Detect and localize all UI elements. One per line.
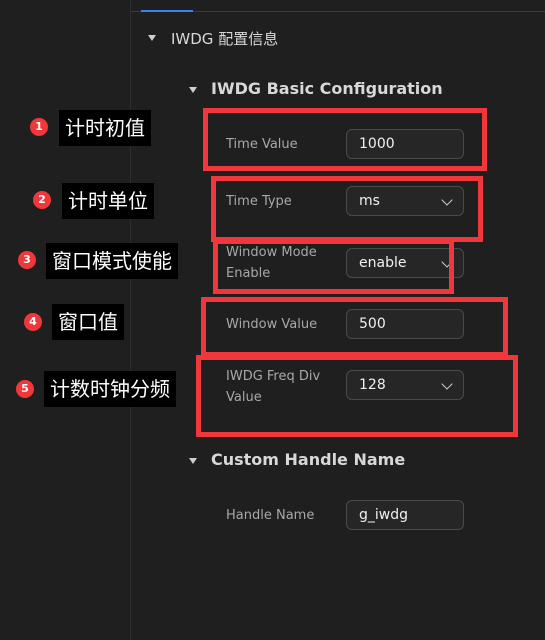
handle-name-label: Handle Name [226,508,315,523]
active-tab-indicator [141,10,193,12]
annotation-label-3: 窗口模式使能 [46,243,178,279]
annotation-label-4: 窗口值 [52,304,124,340]
section-title-basic-config[interactable]: IWDG Basic Configuration [211,79,443,98]
collapse-triangle-icon[interactable] [148,35,156,41]
annotation-badge-3: 3 [18,251,36,269]
highlight-box-2 [211,176,483,242]
section-title-iwdg-config[interactable]: IWDG 配置信息 [171,28,278,49]
highlight-box-3 [213,239,454,294]
annotation-label-5: 计数时钟分频 [44,371,176,407]
annotation-badge-4: 4 [24,313,42,331]
annotation-badge-5: 5 [16,380,34,398]
annotation-badge-2: 2 [33,191,51,209]
section-title-custom-handle[interactable]: Custom Handle Name [211,450,405,469]
highlight-box-1 [203,108,487,171]
annotation-label-1: 计时初值 [59,110,151,146]
highlight-box-4 [201,297,508,357]
collapse-triangle-icon[interactable] [189,87,197,93]
highlight-box-5 [196,355,518,437]
annotation-label-2: 计时单位 [62,183,154,219]
annotation-badge-1: 1 [30,118,48,136]
tab-bar-border [131,11,545,12]
collapse-triangle-icon[interactable] [189,458,197,464]
handle-name-input[interactable]: g_iwdg [346,500,464,530]
panel-divider [130,0,131,640]
